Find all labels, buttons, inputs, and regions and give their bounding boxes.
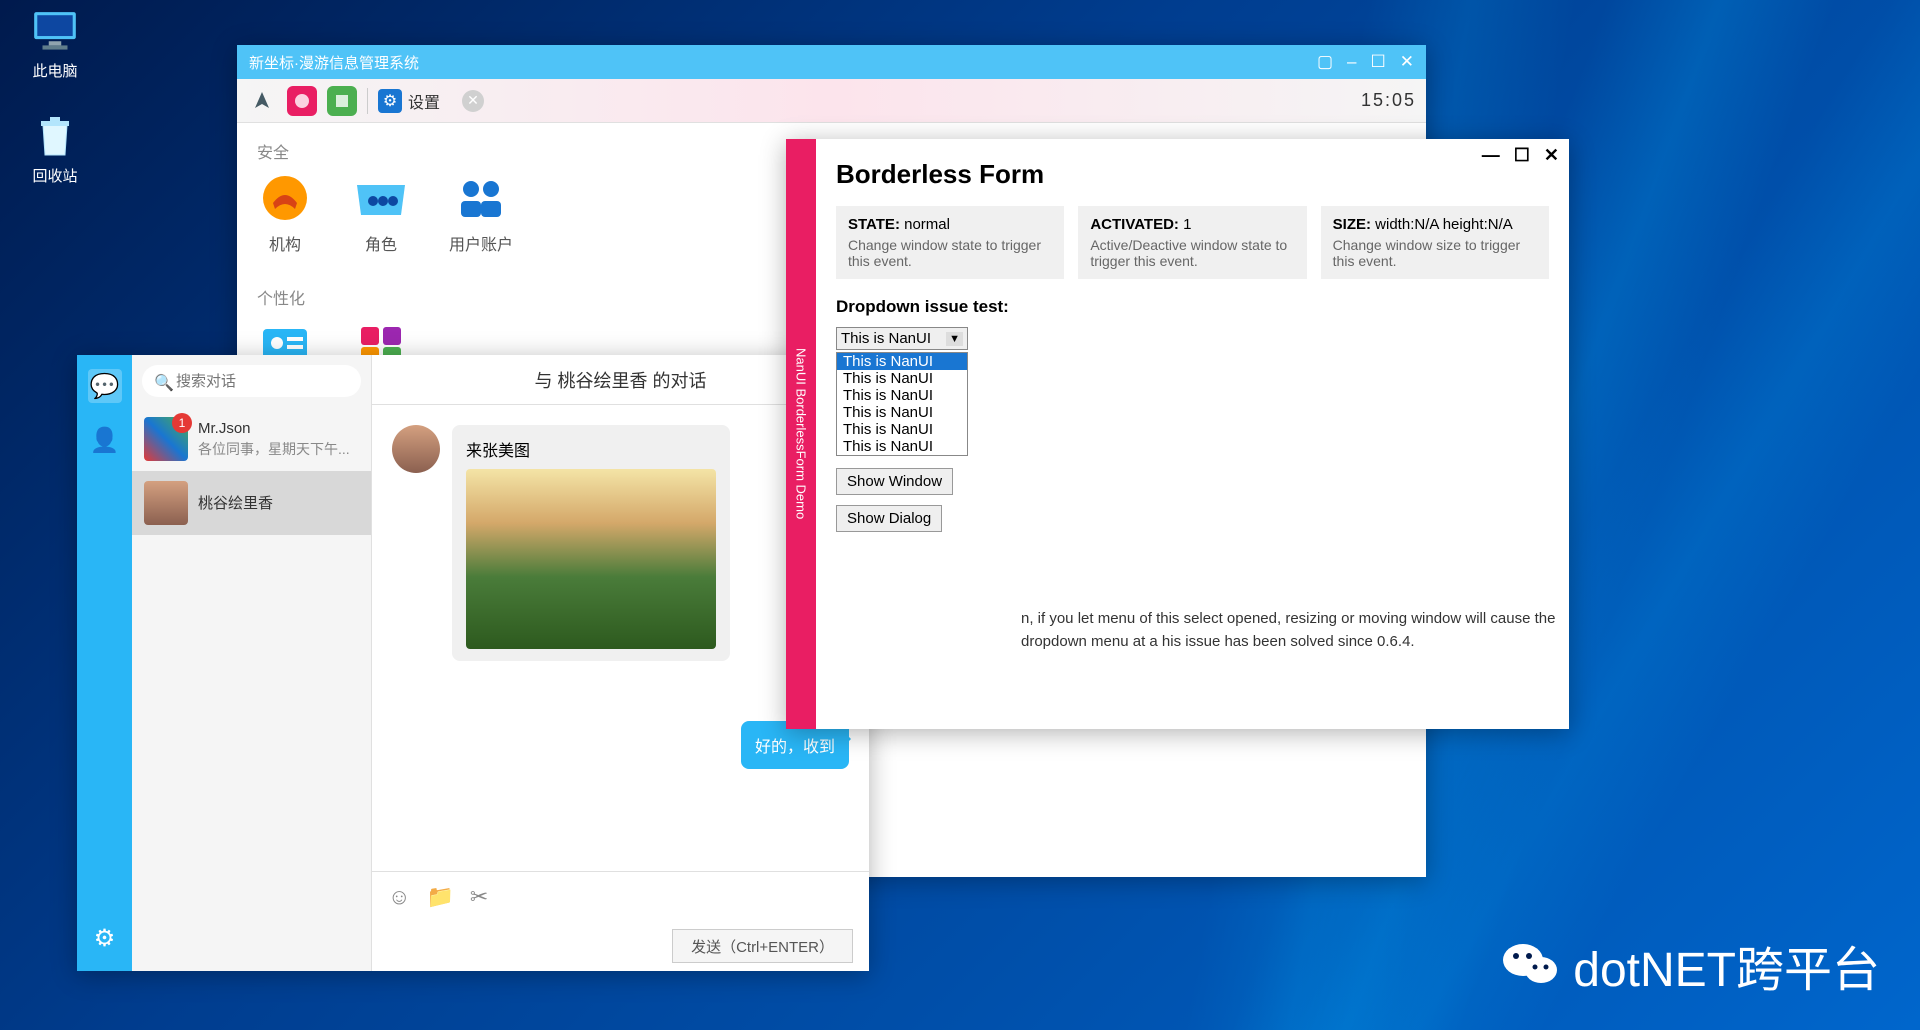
role-item[interactable]: 角色 (353, 175, 409, 255)
chat-settings-icon[interactable]: ⚙ (88, 921, 122, 955)
dropdown-list[interactable]: This is NanUI This is NanUI This is NanU… (836, 352, 968, 456)
chat-window: 💬 👤 ⚙ 🔍 1 Mr.Json 各位同事，星期天下午... 桃谷绘里香 与 … (77, 355, 869, 971)
contact-name: Mr.Json (198, 420, 359, 437)
show-window-button[interactable]: Show Window (836, 468, 953, 495)
contact-preview: 各位同事，星期天下午... (198, 439, 359, 459)
wechat-icon (1501, 940, 1561, 990)
chat-list: 🔍 1 Mr.Json 各位同事，星期天下午... 桃谷绘里香 (132, 355, 372, 971)
desktop-computer-label: 此电脑 (32, 63, 77, 80)
dropdown-select[interactable]: This is NanUI (836, 327, 968, 350)
contacts-tab-icon[interactable]: 👤 (88, 423, 122, 457)
borderless-sidebar: NanUI BorderlessForm Demo (786, 139, 816, 729)
mgmt-title: 新坐标·漫游信息管理系统 (249, 52, 419, 73)
mgmt-minimize-icon[interactable]: – (1347, 52, 1356, 72)
send-button[interactable]: 发送（Ctrl+ENTER） (672, 929, 853, 963)
gear-icon: ⚙ (378, 89, 402, 113)
desktop-recycle-label: 回收站 (32, 168, 77, 185)
mgmt-maximize-icon[interactable]: ☐ (1371, 52, 1386, 72)
desktop-recycle-icon[interactable]: 回收站 (10, 115, 100, 186)
close-tab-icon[interactable]: ✕ (462, 90, 484, 112)
settings-button[interactable]: ⚙ 设置 (378, 89, 440, 113)
contact-item-json[interactable]: 1 Mr.Json 各位同事，星期天下午... (132, 407, 371, 471)
search-icon: 🔍 (154, 373, 174, 393)
status-size: SIZE: width:N/A height:N/A Change window… (1321, 206, 1549, 279)
contact-name: 桃谷绘里香 (198, 492, 359, 513)
mgmt-close-icon[interactable]: ✕ (1400, 52, 1414, 72)
msg-received: 来张美图 (452, 425, 730, 661)
contact-item-erika[interactable]: 桃谷绘里香 (132, 471, 371, 535)
badge: 1 (172, 413, 192, 433)
border-minimize-icon[interactable]: — (1482, 145, 1500, 166)
chat-input-bar: ☺ 📁 ✂ (372, 871, 869, 921)
status-activated: ACTIVATED: 1 Active/Deactive window stat… (1078, 206, 1306, 279)
msg-image[interactable] (466, 469, 716, 649)
mgmt-toolbar: ⚙ 设置 ✕ 15:05 (237, 79, 1426, 123)
toolbar-time: 15:05 (1361, 90, 1416, 111)
border-close-icon[interactable]: ✕ (1544, 145, 1559, 166)
status-state: STATE: normal Change window state to tri… (836, 206, 1064, 279)
desktop-computer-icon[interactable]: 此电脑 (10, 10, 100, 81)
folder-icon[interactable]: 📁 (426, 884, 453, 910)
border-maximize-icon[interactable]: ☐ (1514, 145, 1530, 166)
avatar (392, 425, 440, 473)
dropdown-note: n, if you let menu of this select opened… (1021, 608, 1581, 653)
mgmt-restore-icon[interactable]: ▢ (1317, 52, 1333, 72)
watermark: dotNET跨平台 (1501, 930, 1880, 1000)
chat-sidebar: 💬 👤 ⚙ (77, 355, 132, 971)
borderless-title: Borderless Form (836, 159, 1549, 190)
show-dialog-button[interactable]: Show Dialog (836, 505, 942, 532)
org-item[interactable]: 机构 (257, 175, 313, 255)
mgmt-titlebar[interactable]: 新坐标·漫游信息管理系统 ▢ – ☐ ✕ (237, 45, 1426, 79)
scissors-icon[interactable]: ✂ (470, 884, 488, 910)
tb-app2-icon[interactable] (327, 86, 357, 116)
tb-pin-icon[interactable] (247, 86, 277, 116)
chat-tab-icon[interactable]: 💬 (88, 369, 122, 403)
search-input[interactable] (142, 365, 361, 397)
user-item[interactable]: 用户账户 (449, 175, 513, 255)
emoji-icon[interactable]: ☺ (388, 884, 410, 910)
dropdown-label: Dropdown issue test: (836, 297, 1549, 317)
tb-app1-icon[interactable] (287, 86, 317, 116)
borderless-window: NanUI BorderlessForm Demo — ☐ ✕ Borderle… (786, 139, 1569, 729)
